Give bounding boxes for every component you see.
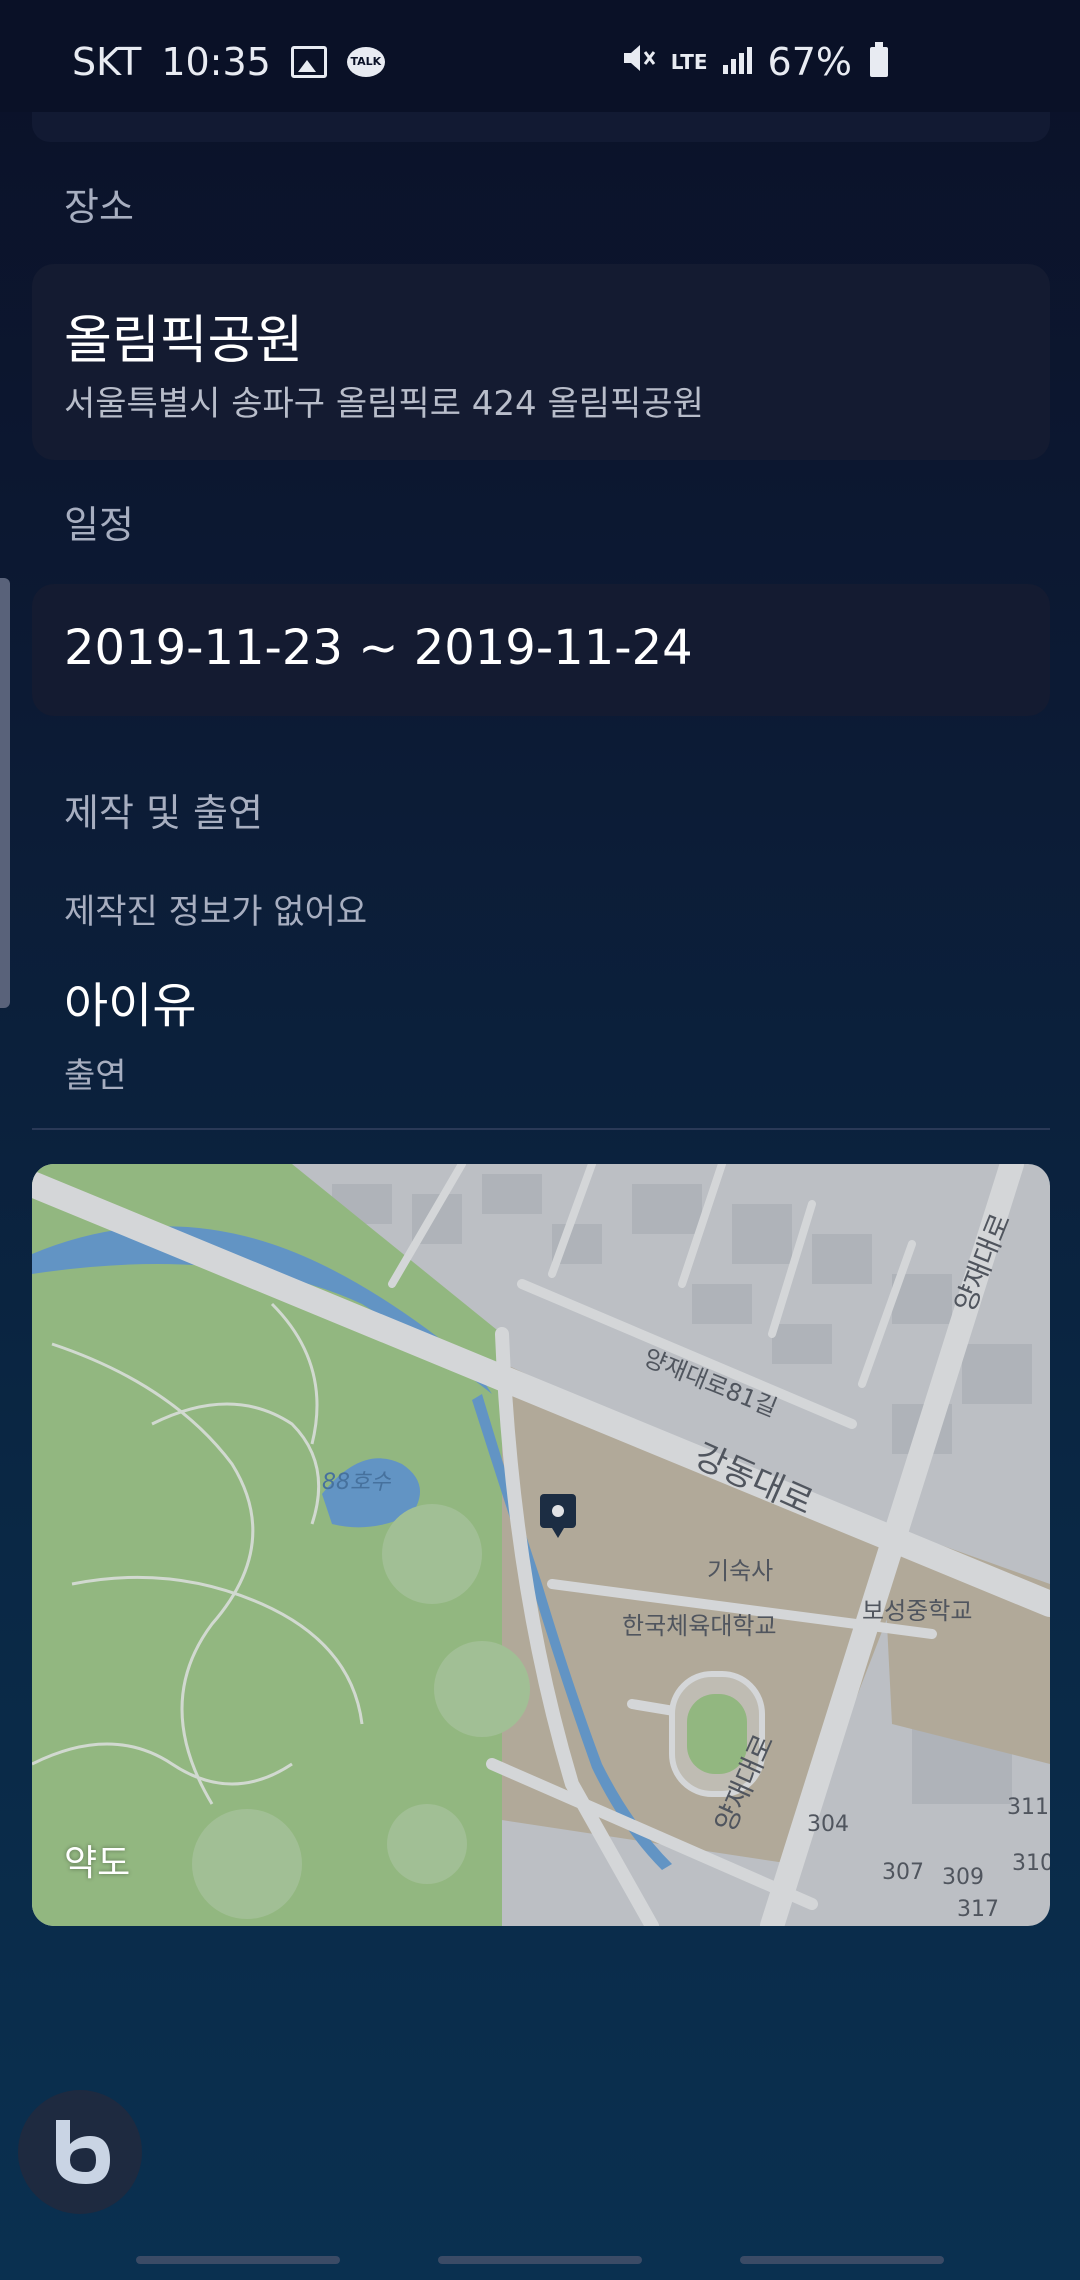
schedule-dates: 2019-11-23 ~ 2019-11-24 — [64, 620, 693, 676]
map-image: 강동대로 양재대로 양재대로81길 88호수 기숙사 한국체육대학교 보성중학교… — [32, 1164, 1050, 1926]
performer-name[interactable]: 아이유 — [64, 966, 196, 1036]
nav-recent-button[interactable] — [136, 2256, 340, 2264]
network-type-label: LTE — [670, 50, 708, 74]
divider — [32, 1128, 1050, 1130]
nav-back-button[interactable] — [740, 2256, 944, 2264]
schedule-section-label: 일정 — [64, 503, 134, 547]
kakaotalk-notification-icon: TALK — [346, 47, 385, 77]
bixby-icon — [56, 2120, 110, 2184]
bixby-button[interactable] — [18, 2090, 142, 2214]
signal-icon — [722, 40, 754, 84]
gallery-notification-icon — [290, 46, 327, 78]
carrier-label: SKT — [72, 40, 142, 84]
schedule-card[interactable]: 2019-11-23 ~ 2019-11-24 — [32, 584, 1050, 716]
map-view[interactable]: 강동대로 양재대로 양재대로81길 88호수 기숙사 한국체육대학교 보성중학교… — [32, 1164, 1050, 1926]
status-bar: SKT 10:35 TALK LTE 67% — [0, 0, 1080, 112]
place-section-label: 장소 — [64, 185, 134, 229]
performer-role: 출연 — [64, 1056, 127, 1096]
scroll-handle[interactable] — [0, 578, 10, 1008]
place-address: 서울특별시 송파구 올림픽로 424 올림픽공원 — [64, 384, 704, 424]
place-name: 올림픽공원 — [64, 311, 304, 371]
map-overlay-label: 약도 — [64, 1843, 131, 1884]
place-card[interactable]: 올림픽공원 서울특별시 송파구 올림픽로 424 올림픽공원 — [32, 264, 1050, 460]
mute-icon — [621, 40, 657, 84]
battery-percent: 67% — [767, 40, 852, 84]
credits-section-label: 제작 및 출연 — [64, 791, 263, 835]
clock: 10:35 — [161, 40, 271, 84]
battery-icon — [870, 42, 888, 77]
previous-card-edge — [32, 112, 1050, 142]
nav-home-button[interactable] — [438, 2256, 642, 2264]
no-production-info: 제작진 정보가 없어요 — [64, 892, 368, 932]
